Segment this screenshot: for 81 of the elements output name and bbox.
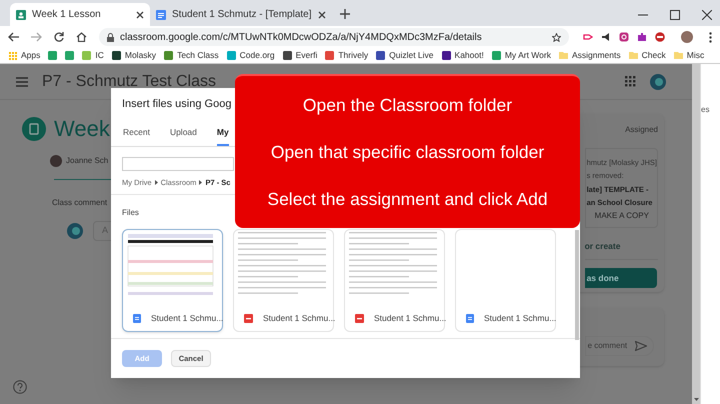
make-copy-link[interactable]: MAKE A COPY [594, 210, 649, 222]
bookmark[interactable]: Apps [8, 49, 40, 62]
bookmark[interactable]: Thrively [325, 49, 368, 62]
camera-icon[interactable] [619, 32, 629, 42]
folder-icon [674, 51, 683, 60]
side-text: es [701, 104, 710, 116]
close-icon[interactable] [318, 10, 326, 18]
bookmark[interactable]: Check [628, 49, 666, 62]
status-label: Assigned [625, 124, 658, 136]
back-arrow-icon[interactable] [8, 32, 19, 42]
file-card[interactable]: Student 1 Schmu... [233, 229, 334, 332]
classroom-icon [16, 10, 26, 20]
avatar-icon [67, 223, 83, 239]
bookmark[interactable]: Assignments [558, 49, 621, 62]
stop-icon[interactable] [655, 32, 665, 42]
file-name: Student 1 Schmu... [484, 312, 556, 325]
plus-icon[interactable] [340, 9, 350, 19]
document-icon [466, 314, 474, 323]
dialog-tab[interactable]: My [216, 120, 229, 146]
site-favicon-icon[interactable] [48, 51, 58, 60]
document-icon [156, 10, 166, 20]
mark-done-button[interactable]: as done [584, 268, 657, 288]
scrollbar[interactable] [692, 64, 700, 404]
assignment-title: Week [54, 115, 110, 143]
bookmark[interactable]: Everfi [282, 49, 318, 62]
document-icon [133, 314, 141, 323]
avatar-icon [50, 155, 62, 167]
class-title: P7 - Schmutz Test Class [42, 72, 216, 92]
dialog-tab[interactable]: Upload [170, 120, 197, 146]
bookmark[interactable]: Quizlet Live [376, 49, 434, 62]
star-icon[interactable] [552, 32, 561, 42]
section-heading: Class comment [52, 197, 108, 209]
reload-icon[interactable] [54, 32, 64, 42]
dialog-tab[interactable]: Recent [123, 120, 150, 146]
chevron-icon [199, 180, 202, 185]
bookmark[interactable]: IC [82, 49, 104, 62]
send-icon[interactable] [635, 341, 647, 351]
apps-grid-icon[interactable] [625, 76, 636, 87]
section-heading: Files [122, 207, 140, 219]
lock-icon [107, 32, 114, 42]
bookmark[interactable]: Molasky [112, 49, 156, 62]
more-menu-icon[interactable] [709, 32, 712, 42]
bookmark[interactable]: Tech Class [164, 49, 219, 62]
address-bar[interactable]: classroom.google.com/c/MTUwNTk0MDcwODZa/a/NjY4MDQxMDc3MzFa/details [99, 28, 569, 46]
home-icon[interactable] [76, 32, 87, 42]
scrollbar-thumb[interactable] [575, 230, 579, 340]
instruction-text: Open that specific classroom folder [270, 140, 544, 164]
bookmark[interactable]: Kahoot! [442, 49, 484, 62]
bookmark[interactable]: Code.org [226, 49, 275, 62]
avatar-icon[interactable] [681, 31, 693, 43]
folder-icon [628, 51, 638, 60]
browser-tab[interactable]: Week 1 Lesson [10, 3, 150, 26]
file-name: Student 1 Schmu... [263, 312, 336, 325]
file-name: Student 1 Schmu... [374, 312, 446, 325]
menu-icon[interactable] [16, 76, 28, 86]
assignment-icon [22, 116, 46, 140]
comment-placeholder: e comment [586, 340, 628, 352]
chevron-icon [154, 180, 158, 185]
apps-grid-icon [8, 51, 17, 60]
instruction-text: Select the assignment and click Add [267, 188, 548, 211]
help-icon[interactable] [13, 380, 27, 394]
search-field[interactable] [122, 157, 234, 171]
pdf-icon [244, 314, 253, 323]
file-card[interactable]: Student 1 Schmu... [344, 229, 445, 332]
bookmark[interactable]: Misc [674, 49, 704, 62]
megaphone-icon[interactable] [601, 32, 611, 42]
folder-icon [558, 51, 568, 60]
close-icon[interactable] [136, 10, 144, 18]
tab-title: Week 1 Lesson [32, 8, 102, 22]
close-icon[interactable] [702, 10, 712, 20]
scroll-down-icon[interactable] [694, 398, 698, 401]
url-text: classroom.google.com/c/MTUwNTk0MDcwODZa/a/NjY4MDQxMDc3MzFa/details [120, 30, 483, 44]
site-favicon-icon[interactable] [65, 51, 74, 60]
author-name: Joanne Sch [66, 155, 108, 167]
file-card[interactable]: Student 1 Schmu... [455, 229, 556, 332]
dialog-title: Insert files using Goog [122, 96, 232, 112]
pdf-icon [355, 314, 364, 323]
bookmark[interactable]: My Art Work [492, 49, 551, 62]
tab-title: Student 1 Schmutz - [Template] [172, 8, 312, 22]
maximize-icon[interactable] [670, 10, 680, 20]
instruction-text: Open the Classroom folder [302, 94, 512, 118]
